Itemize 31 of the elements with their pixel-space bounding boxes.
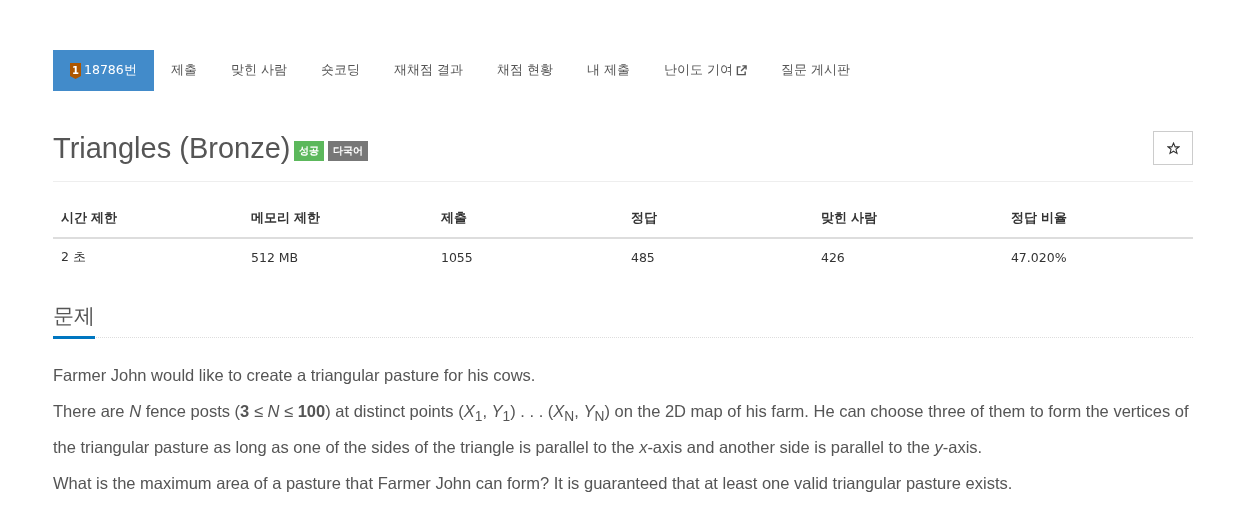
nav-tab[interactable]: 1 18786번 <box>53 50 154 91</box>
problem-title: Triangles (Bronze) <box>53 131 291 165</box>
favorite-button[interactable] <box>1153 131 1193 165</box>
nav-tab[interactable]: 난이도 기여 <box>646 50 764 91</box>
table-cell: 485 <box>622 238 813 276</box>
column-header: 제출 <box>432 200 623 238</box>
nav-tab[interactable]: 질문 게시판 <box>763 50 867 91</box>
section-heading: 문제 <box>53 298 95 339</box>
nav-tab[interactable]: 내 제출 <box>569 50 647 91</box>
table-cell: 2 초 <box>53 238 243 276</box>
problem-paragraph: There are N fence posts (3 ≤ N ≤ 100) at distinct points (X$_{1}$, Y$_{1}$) . . . (X$_{N}$, Y$_{N}$) on the 2D map of his farm. He can choose three of them to form the vertices of the triangular pasture as long as one of the sides of the triangle is parallel to the x-axis and another side is parallel to the y-axis. <box>53 401 1190 459</box>
table-cell: 1055 <box>432 238 623 276</box>
tier-badge-icon: 1 <box>70 62 81 79</box>
status-label: 성공 <box>294 141 325 161</box>
column-header: 정답 <box>622 200 813 238</box>
column-header: 시간 제한 <box>53 200 243 238</box>
problem-paragraph: Farmer John would like to create a triangular pasture for his cows. <box>53 365 537 386</box>
table-cell: 47.020% <box>1002 238 1193 276</box>
column-header: 정답 비율 <box>1002 200 1193 238</box>
nav-tab[interactable]: 맞힌 사람 <box>213 50 304 91</box>
status-label: 다국어 <box>328 141 369 161</box>
table-cell: 426 <box>812 238 1003 276</box>
nav-tab[interactable]: 채점 현황 <box>479 50 570 91</box>
column-header: 메모리 제한 <box>243 200 433 238</box>
star-icon <box>1166 141 1180 155</box>
table-cell: 512 MB <box>243 238 433 276</box>
nav-tab[interactable]: 숏코딩 <box>303 50 377 91</box>
column-header: 맞힌 사람 <box>812 200 1003 238</box>
nav-tab[interactable]: 제출 <box>153 50 214 91</box>
problem-paragraph: What is the maximum area of a pasture that Farmer John can form? It is guaranteed that at least one valid triangular pasture exists. <box>53 473 1014 495</box>
nav-tab[interactable]: 재채점 결과 <box>376 50 480 91</box>
